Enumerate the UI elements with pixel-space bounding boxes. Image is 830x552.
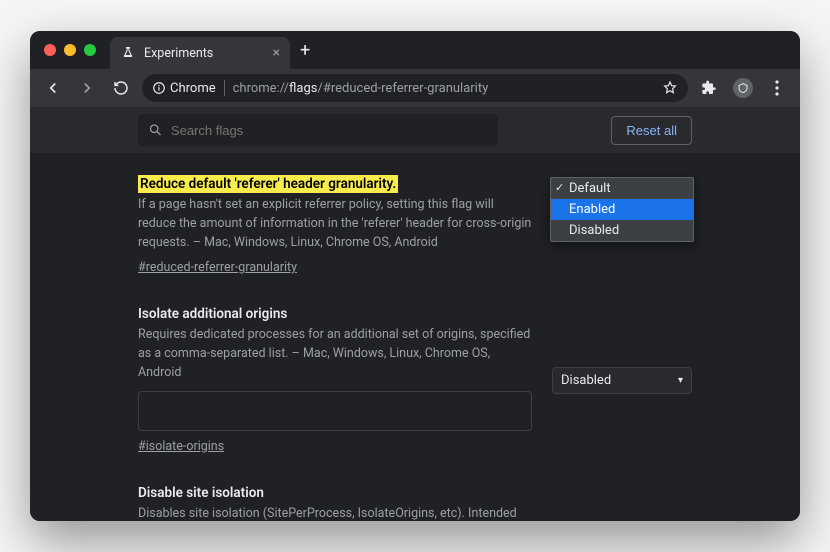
flag-item: Isolate additional origins Requires dedi…	[138, 303, 692, 453]
dropdown-option[interactable]: ✓Default	[551, 178, 693, 199]
search-icon	[148, 122, 163, 138]
browser-window: Experiments × + Chrome chrome://flags/#r…	[30, 31, 800, 521]
close-window-button[interactable]	[44, 44, 56, 56]
dropdown-option[interactable]: Disabled	[551, 220, 693, 241]
flag-description: Requires dedicated processes for an addi…	[138, 326, 532, 382]
maximize-window-button[interactable]	[84, 44, 96, 56]
tab-strip: Experiments × +	[30, 31, 800, 69]
new-tab-button[interactable]: +	[300, 40, 310, 61]
flag-hash-link[interactable]: #isolate-origins	[138, 439, 532, 454]
flag-dropdown[interactable]: Disabled ▾	[552, 367, 692, 394]
extensions-button[interactable]	[696, 75, 722, 101]
flag-item: Disable site isolation Disables site iso…	[138, 482, 692, 522]
omnibox-separator	[224, 80, 225, 96]
flags-topbar: Reset all	[30, 107, 800, 153]
profile-avatar-button[interactable]	[730, 75, 756, 101]
flag-description: If a page hasn't set an explicit referre…	[138, 196, 532, 252]
secure-chip-label: Chrome	[170, 81, 216, 96]
page-content: Reset all Reduce default 'referer' heade…	[30, 107, 800, 521]
flag-title: Disable site isolation	[138, 485, 264, 501]
site-info-button[interactable]: Chrome	[152, 81, 216, 96]
reset-all-button[interactable]: Reset all	[611, 116, 692, 145]
check-icon: ✓	[555, 181, 564, 194]
flag-title: Reduce default 'referer' header granular…	[138, 175, 398, 193]
browser-tab[interactable]: Experiments ×	[110, 37, 290, 69]
search-flags-box[interactable]	[138, 114, 498, 146]
flag-textarea[interactable]	[138, 391, 532, 431]
minimize-window-button[interactable]	[64, 44, 76, 56]
search-input[interactable]	[171, 123, 488, 138]
toolbar: Chrome chrome://flags/#reduced-referrer-…	[30, 69, 800, 107]
flag-item: Reduce default 'referer' header granular…	[138, 173, 692, 275]
chevron-down-icon: ▾	[678, 375, 683, 386]
flag-title: Isolate additional origins	[138, 306, 287, 322]
flask-icon	[120, 45, 136, 61]
close-tab-icon[interactable]: ×	[273, 45, 280, 61]
back-button[interactable]	[40, 75, 66, 101]
flag-dropdown-open[interactable]: ✓Default Enabled Disabled	[550, 177, 694, 242]
reload-button[interactable]	[108, 75, 134, 101]
flag-description: Disables site isolation (SitePerProcess,…	[138, 505, 532, 522]
bookmark-star-icon[interactable]	[662, 80, 678, 96]
chrome-menu-button[interactable]	[764, 75, 790, 101]
dropdown-option[interactable]: Enabled	[551, 199, 693, 220]
url-text: chrome://flags/#reduced-referrer-granula…	[233, 81, 489, 96]
flags-list: Reduce default 'referer' header granular…	[30, 153, 800, 521]
address-bar[interactable]: Chrome chrome://flags/#reduced-referrer-…	[142, 74, 688, 102]
tab-title: Experiments	[144, 46, 265, 61]
forward-button[interactable]	[74, 75, 100, 101]
window-controls	[44, 44, 96, 56]
flag-hash-link[interactable]: #reduced-referrer-granularity	[138, 260, 532, 275]
